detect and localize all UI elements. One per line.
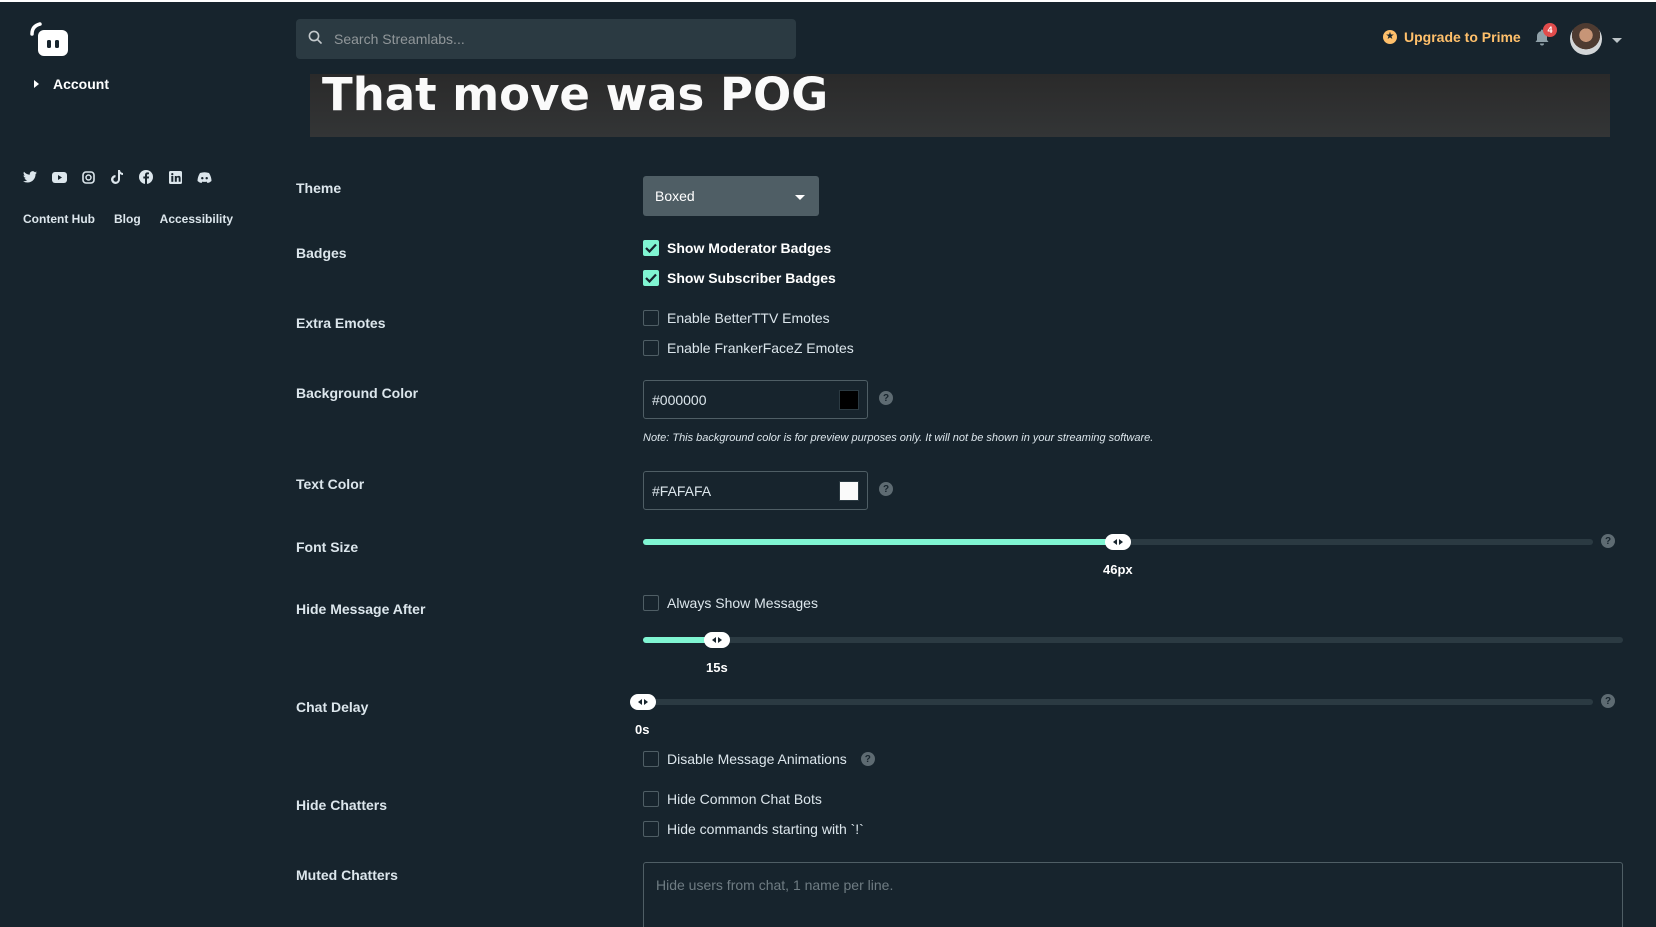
badges-label: Badges bbox=[296, 245, 347, 261]
font-size-label: Font Size bbox=[296, 539, 359, 555]
slider-fill bbox=[643, 539, 1118, 545]
chat-preview: That move was POG bbox=[310, 74, 1610, 137]
avatar[interactable] bbox=[1570, 23, 1602, 55]
hide-commands-checkbox[interactable]: Hide commands starting with `!` bbox=[643, 821, 864, 837]
checkbox[interactable] bbox=[643, 340, 659, 356]
show-moderator-badges-checkbox[interactable]: Show Moderator Badges bbox=[643, 240, 831, 256]
tiktok-icon[interactable] bbox=[109, 169, 125, 185]
always-show-messages-checkbox[interactable]: Always Show Messages bbox=[643, 595, 818, 611]
bttv-emotes-checkbox[interactable]: Enable BetterTTV Emotes bbox=[643, 310, 830, 326]
notification-badge: 4 bbox=[1543, 23, 1557, 37]
help-icon[interactable]: ? bbox=[879, 482, 893, 496]
facebook-icon[interactable] bbox=[138, 169, 154, 185]
disable-animations-checkbox[interactable]: Disable Message Animations ? bbox=[643, 751, 875, 767]
background-color-value: #000000 bbox=[652, 391, 707, 408]
checkbox-label: Show Moderator Badges bbox=[667, 240, 832, 256]
prime-star-icon: ★ bbox=[1383, 30, 1397, 44]
font-size-value: 46px bbox=[1103, 562, 1133, 577]
checkbox-checked[interactable] bbox=[643, 240, 659, 256]
hide-message-slider-handle[interactable] bbox=[704, 632, 730, 648]
checkbox-label: Disable Message Animations bbox=[667, 751, 847, 767]
show-subscriber-badges-checkbox[interactable]: Show Subscriber Badges bbox=[643, 270, 836, 286]
twitter-icon[interactable] bbox=[22, 169, 38, 185]
text-color-swatch[interactable] bbox=[839, 480, 859, 501]
chevron-down-icon[interactable] bbox=[1612, 38, 1622, 43]
upgrade-prime-label: Upgrade to Prime bbox=[1404, 29, 1521, 45]
sidebar-item-account[interactable]: Account bbox=[34, 76, 109, 92]
help-icon[interactable]: ? bbox=[1601, 534, 1615, 548]
help-icon[interactable]: ? bbox=[860, 752, 875, 766]
extra-emotes-label: Extra Emotes bbox=[296, 315, 386, 331]
theme-select[interactable]: Boxed bbox=[643, 176, 819, 216]
footer-links: Content Hub Blog Accessibility bbox=[23, 212, 233, 226]
checkbox[interactable] bbox=[643, 310, 659, 326]
background-color-note: Note: This background color is for previ… bbox=[643, 432, 1154, 444]
chat-delay-label: Chat Delay bbox=[296, 699, 369, 715]
content-hub-link[interactable]: Content Hub bbox=[23, 212, 95, 226]
accessibility-link[interactable]: Accessibility bbox=[160, 212, 233, 226]
hide-message-slider[interactable] bbox=[643, 637, 1623, 643]
checkbox[interactable] bbox=[643, 791, 659, 807]
help-icon[interactable]: ? bbox=[1601, 694, 1615, 708]
ffz-emotes-checkbox[interactable]: Enable FrankerFaceZ Emotes bbox=[643, 340, 854, 356]
theme-label: Theme bbox=[296, 180, 342, 196]
theme-select-value: Boxed bbox=[655, 188, 695, 204]
help-icon[interactable]: ? bbox=[879, 391, 893, 405]
hide-chatters-label: Hide Chatters bbox=[296, 797, 388, 813]
hide-message-value: 15s bbox=[706, 660, 728, 675]
checkbox[interactable] bbox=[643, 821, 659, 837]
font-size-slider-handle[interactable] bbox=[1105, 534, 1131, 550]
text-color-value: #FAFAFA bbox=[652, 482, 712, 499]
discord-icon[interactable] bbox=[196, 169, 212, 185]
checkbox-checked[interactable] bbox=[643, 270, 659, 286]
muted-chatters-textarea[interactable] bbox=[643, 862, 1623, 927]
hide-message-after-label: Hide Message After bbox=[296, 601, 426, 617]
streamlabs-logo[interactable] bbox=[28, 20, 72, 60]
text-color-input[interactable]: #FAFAFA bbox=[643, 471, 868, 510]
checkbox-label: Always Show Messages bbox=[667, 595, 818, 611]
sidebar-item-label: Account bbox=[53, 76, 109, 92]
chat-delay-slider[interactable] bbox=[643, 699, 1593, 705]
checkbox-label: Enable BetterTTV Emotes bbox=[667, 310, 830, 326]
social-links bbox=[22, 169, 212, 185]
checkbox-label: Show Subscriber Badges bbox=[667, 270, 836, 286]
search-icon bbox=[308, 30, 322, 49]
youtube-icon[interactable] bbox=[51, 169, 67, 185]
chat-delay-slider-handle[interactable] bbox=[630, 694, 656, 710]
checkbox-label: Enable FrankerFaceZ Emotes bbox=[667, 340, 854, 356]
background-color-swatch[interactable] bbox=[839, 389, 859, 410]
search-input[interactable] bbox=[334, 31, 774, 47]
search-bar[interactable] bbox=[296, 19, 796, 59]
preview-message: That move was POG bbox=[322, 74, 829, 121]
checkbox[interactable] bbox=[643, 751, 659, 767]
background-color-input[interactable]: #000000 bbox=[643, 380, 868, 419]
text-color-label: Text Color bbox=[296, 476, 365, 492]
blog-link[interactable]: Blog bbox=[114, 212, 141, 226]
chat-delay-value: 0s bbox=[635, 722, 650, 737]
linkedin-icon[interactable] bbox=[167, 169, 183, 185]
caret-right-icon bbox=[34, 80, 39, 88]
hide-chat-bots-checkbox[interactable]: Hide Common Chat Bots bbox=[643, 791, 822, 807]
checkbox-label: Hide Common Chat Bots bbox=[667, 791, 822, 807]
upgrade-prime-button[interactable]: ★ Upgrade to Prime bbox=[1383, 29, 1521, 45]
checkbox[interactable] bbox=[643, 595, 659, 611]
background-color-label: Background Color bbox=[296, 385, 419, 401]
chevron-down-icon bbox=[795, 195, 805, 200]
muted-chatters-label: Muted Chatters bbox=[296, 867, 398, 883]
instagram-icon[interactable] bbox=[80, 169, 96, 185]
checkbox-label: Hide commands starting with `!` bbox=[667, 821, 864, 837]
